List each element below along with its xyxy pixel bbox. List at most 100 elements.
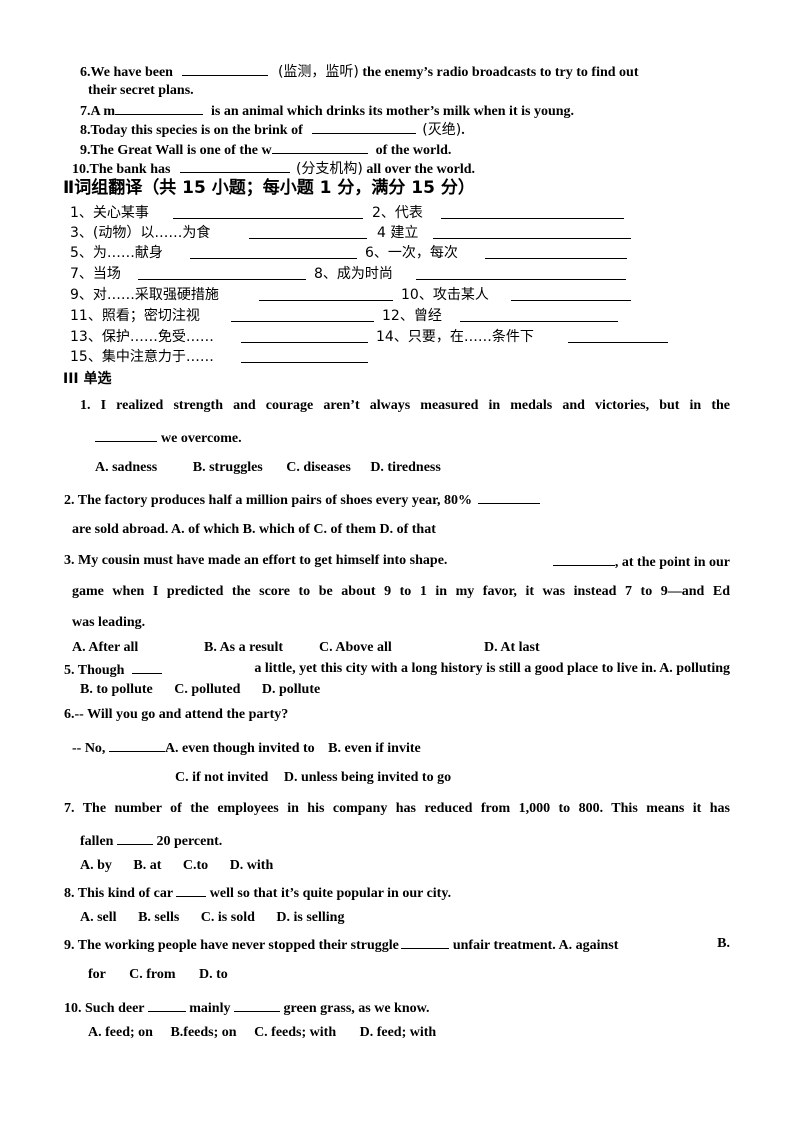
- options-row: A. by B. at C.to D. with: [80, 857, 273, 875]
- answer-blank[interactable]: [271, 140, 368, 154]
- question-text: 3. My cousin must have made an effort to…: [64, 553, 448, 568]
- answer-blank[interactable]: [511, 287, 631, 301]
- option[interactable]: D. with: [230, 858, 274, 873]
- answer-blank[interactable]: [416, 266, 626, 280]
- phrase-item: 1、关心某事: [70, 205, 149, 221]
- option[interactable]: D. feed; with: [360, 1025, 437, 1040]
- question-number: 8.: [80, 123, 91, 138]
- question-text: we overcome.: [161, 431, 242, 446]
- answer-blank[interactable]: [433, 225, 631, 239]
- question-line: fallen 20 percent.: [80, 831, 222, 851]
- phrase-item: 12、曾经: [382, 308, 442, 324]
- options-row: A. sell B. sells C. is sold D. is sellin…: [80, 909, 344, 927]
- answer-blank[interactable]: [249, 225, 367, 239]
- option[interactable]: C. is sold: [201, 910, 255, 925]
- answer-blank[interactable]: [441, 205, 624, 219]
- option[interactable]: D. unless being invited to go: [284, 770, 451, 785]
- question-line: 5. Though a little, yet this city with a…: [64, 660, 730, 680]
- option[interactable]: for: [88, 967, 106, 982]
- question-text: mainly: [189, 1001, 231, 1016]
- option[interactable]: B. at: [133, 858, 161, 873]
- option[interactable]: A. sell: [80, 910, 117, 925]
- question-text: of the world.: [375, 143, 452, 158]
- question-10-line: 10.The bank has (分支机构) all over the worl…: [72, 159, 475, 179]
- question-line: 2. The factory produces half a million p…: [64, 490, 540, 510]
- question-text: unfair treatment. A. against: [452, 938, 619, 953]
- option[interactable]: A. by: [80, 858, 112, 873]
- option[interactable]: B. to pollute: [80, 682, 153, 697]
- question-line: 3. My cousin must have made an effort to…: [64, 552, 730, 572]
- phrase-item: 4 建立: [377, 225, 419, 241]
- question-text: 20 percent.: [156, 834, 223, 849]
- question-text: green grass, as we know.: [283, 1001, 430, 1016]
- answer-blank[interactable]: [477, 490, 540, 504]
- option[interactable]: C. diseases: [286, 460, 351, 475]
- question-text: 10. Such deer: [64, 1001, 145, 1016]
- question-line: 10. Such deer mainly green grass, as we …: [64, 998, 429, 1018]
- option[interactable]: D. to: [199, 967, 228, 982]
- options-row: B. to pollute C. polluted D. pollute: [80, 681, 320, 699]
- question-text: fallen: [80, 834, 114, 849]
- question-text: all over the world.: [366, 162, 475, 177]
- question-text: well so that it’s quite popular in our c…: [209, 886, 452, 901]
- answer-blank[interactable]: [568, 329, 668, 343]
- option[interactable]: B. sells: [138, 910, 179, 925]
- answer-blank[interactable]: [108, 738, 165, 752]
- answer-blank[interactable]: [95, 428, 157, 442]
- option[interactable]: A. sadness: [95, 460, 157, 475]
- answer-blank[interactable]: [176, 883, 207, 897]
- question-text: is an animal which drinks its mother’s m…: [211, 104, 575, 119]
- option[interactable]: B. struggles: [193, 460, 263, 475]
- question-number: 9.: [80, 143, 91, 158]
- option[interactable]: C. if not invited: [175, 770, 268, 785]
- options-row: for C. from D. to: [88, 966, 228, 984]
- question-text: was leading.: [72, 615, 146, 630]
- question-text: 9. The working people have never stopped…: [64, 938, 399, 953]
- answer-blank[interactable]: [131, 660, 162, 674]
- answer-blank[interactable]: [182, 62, 269, 76]
- question-text: Today this species is on the brink of: [90, 123, 303, 138]
- answer-blank[interactable]: [173, 205, 363, 219]
- question-9-line: 9.The Great Wall is one of the w of the w…: [80, 140, 451, 160]
- option[interactable]: B. As a result: [204, 639, 283, 657]
- answer-blank[interactable]: [190, 245, 357, 259]
- option[interactable]: A. even though invited to: [165, 741, 315, 756]
- answer-blank[interactable]: [485, 245, 627, 259]
- option[interactable]: C. Above all: [319, 639, 392, 657]
- options-row: A. feed; on B.feeds; on C. feeds; with D…: [88, 1024, 436, 1042]
- answer-blank[interactable]: [179, 159, 290, 173]
- answer-blank[interactable]: [259, 287, 393, 301]
- option[interactable]: B. even if invite: [328, 741, 421, 756]
- question-text: game when I predicted the score to be ab…: [72, 584, 730, 599]
- answer-blank[interactable]: [460, 308, 618, 322]
- answer-blank[interactable]: [241, 349, 368, 363]
- option[interactable]: C. polluted: [174, 682, 240, 697]
- answer-blank[interactable]: [231, 308, 374, 322]
- phrase-item: 10、攻击某人: [401, 287, 489, 303]
- answer-blank[interactable]: [115, 101, 203, 115]
- option[interactable]: D. pollute: [262, 682, 320, 697]
- option[interactable]: B.: [717, 935, 730, 955]
- answer-blank[interactable]: [138, 266, 306, 280]
- answer-blank[interactable]: [241, 329, 368, 343]
- option[interactable]: D. At last: [484, 639, 540, 657]
- option[interactable]: C. feeds; with: [254, 1025, 336, 1040]
- answer-blank[interactable]: [233, 998, 280, 1012]
- answer-blank[interactable]: [552, 552, 615, 566]
- section-3-title: III 单选: [63, 371, 112, 387]
- answer-blank[interactable]: [147, 998, 186, 1012]
- answer-blank[interactable]: [400, 935, 449, 949]
- option[interactable]: B.feeds; on: [170, 1025, 236, 1040]
- option[interactable]: C.to: [183, 858, 208, 873]
- question-line: 9. The working people have never stopped…: [64, 935, 730, 955]
- option[interactable]: C. from: [129, 967, 175, 982]
- option[interactable]: D. is selling: [276, 910, 344, 925]
- question-text: , at the point in our: [614, 555, 730, 570]
- option[interactable]: D. tiredness: [370, 460, 441, 475]
- option[interactable]: A. feed; on: [88, 1025, 153, 1040]
- option[interactable]: A. After all: [72, 639, 138, 657]
- answer-blank[interactable]: [116, 831, 153, 845]
- answer-blank[interactable]: [312, 120, 417, 134]
- phrase-item: 14、只要，在……条件下: [376, 329, 534, 345]
- question-number: 7.: [80, 104, 91, 119]
